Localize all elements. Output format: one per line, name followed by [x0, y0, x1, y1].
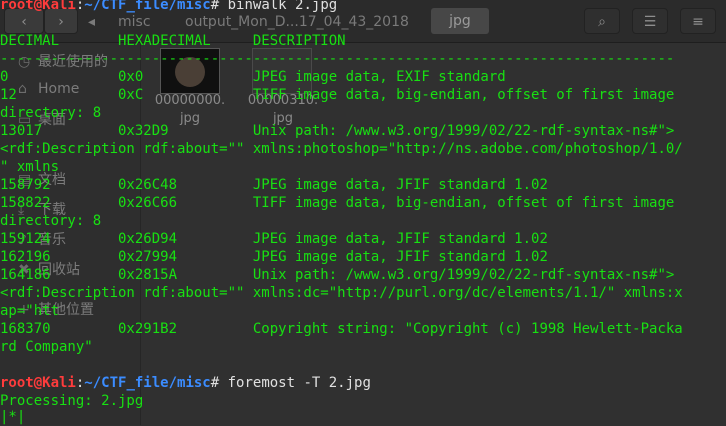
output-line: 13017 0x32D9 Unix path: /www.w3.org/1999… — [0, 123, 675, 139]
output-line: rd Company" — [0, 339, 93, 355]
terminal-output[interactable]: root@Kali:~/CTF_file/misc# binwalk 2.jpg… — [0, 0, 726, 425]
output-line: ----------------------------------------… — [0, 51, 675, 67]
output-line: 159124 0x26D94 JPEG image data, JFIF sta… — [0, 231, 548, 247]
prompt-path: ~/CTF_file/misc — [84, 0, 211, 13]
output-line: 12 0xC TIFF image data, big-endian, offs… — [0, 87, 675, 103]
output-line: <rdf:Description rdf:about="" xmlns:dc="… — [0, 285, 683, 301]
output-line: directory: 8 — [0, 213, 102, 229]
output-line: " xmlns — [0, 159, 60, 175]
output-line: 0 0x0 JPEG image data, EXIF standard — [0, 69, 506, 85]
prompt-path: ~/CTF_file/misc — [84, 375, 211, 391]
output-line: 162196 0x27994 JPEG image data, JFIF sta… — [0, 249, 548, 265]
prompt-symbol: # — [210, 0, 220, 13]
prompt-line-2: root@Kali:~/CTF_file/misc# foremost -T 2… — [0, 374, 371, 392]
prompt-line-1: root@Kali:~/CTF_file/misc# binwalk 2.jpg — [0, 0, 337, 14]
output-line: 158822 0x26C66 TIFF image data, big-endi… — [0, 195, 675, 211]
prompt-user-host: root@Kali — [0, 375, 76, 391]
output-line: 164186 0x2815A Unix path: /www.w3.org/19… — [0, 267, 675, 283]
progress-spinner: |*| — [0, 409, 26, 425]
output-line: DECIMAL HEXADECIMAL DESCRIPTION — [0, 33, 346, 49]
prompt-user-host: root@Kali — [0, 0, 76, 13]
output-line: 158792 0x26C48 JPEG image data, JFIF sta… — [0, 177, 548, 193]
command-foremost: foremost -T 2.jpg — [219, 375, 371, 391]
command-binwalk: binwalk 2.jpg — [219, 0, 338, 13]
prompt-symbol: # — [210, 375, 220, 391]
output-line: ap="htt — [0, 303, 60, 319]
output-line: 168370 0x291B2 Copyright string: "Copyri… — [0, 321, 683, 337]
output-line: directory: 8 — [0, 105, 102, 121]
output-line: <rdf:Description rdf:about="" xmlns:phot… — [0, 141, 683, 157]
